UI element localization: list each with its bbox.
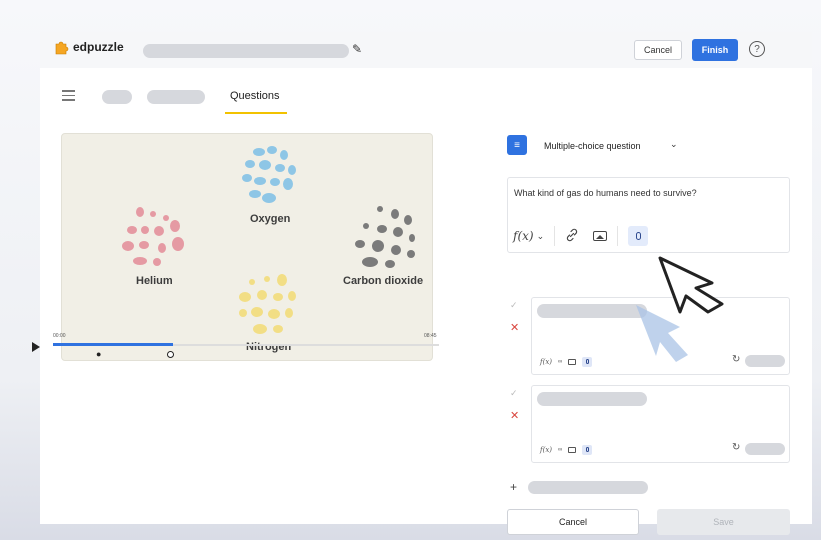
video-title-placeholder[interactable] (143, 44, 349, 58)
cancel-top-button[interactable]: Cancel (634, 40, 682, 60)
nitrogen-particles (239, 274, 296, 334)
formula-icon[interactable]: f(x) (540, 358, 552, 366)
answer-option-1[interactable]: f(x) ∞ ↻ (531, 297, 790, 375)
mark-incorrect-icon[interactable]: ✕ (510, 321, 519, 334)
tab-placeholder-1[interactable] (102, 90, 132, 104)
tab-placeholder-2[interactable] (147, 90, 205, 104)
main-panel: Questions Oxygen Helium Carbon dioxide N… (40, 68, 812, 535)
microphone-icon (635, 232, 641, 240)
refresh-icon[interactable]: ↻ (732, 442, 740, 453)
link-icon[interactable]: ∞ (558, 359, 562, 365)
answer-option-2[interactable]: f(x) ∞ ↻ (531, 385, 790, 463)
microphone-icon[interactable] (582, 357, 593, 367)
top-bar: edpuzzle ✎ Cancel Finish ? (40, 32, 812, 68)
chevron-down-icon[interactable]: ⌄ (670, 139, 678, 150)
edit-pencil-icon[interactable]: ✎ (352, 42, 362, 56)
gas-illustration (122, 146, 415, 334)
image-icon[interactable] (593, 231, 608, 241)
timeline-progress (53, 343, 173, 346)
label-helium: Helium (136, 275, 173, 287)
question-marker-icon[interactable]: ● (96, 350, 101, 359)
mark-correct-icon[interactable]: ✓ (510, 300, 518, 311)
video-frame[interactable]: Oxygen Helium Carbon dioxide Nitrogen (61, 133, 433, 361)
active-tab-indicator (225, 112, 287, 114)
label-oxygen: Oxygen (250, 213, 291, 225)
formula-icon[interactable]: f(x) (513, 229, 534, 243)
toolbar-divider (554, 226, 556, 246)
add-answer-placeholder[interactable] (528, 481, 648, 494)
finish-button[interactable]: Finish (692, 39, 738, 61)
feedback-placeholder[interactable] (745, 443, 785, 455)
link-icon[interactable] (565, 228, 579, 245)
question-editor[interactable]: What kind of gas do humans need to survi… (507, 177, 790, 253)
logo[interactable]: edpuzzle (53, 39, 124, 55)
answer-text-placeholder[interactable] (537, 392, 647, 406)
link-icon[interactable]: ∞ (558, 447, 562, 453)
microphone-button[interactable] (628, 226, 649, 246)
help-icon[interactable]: ? (749, 41, 765, 57)
formula-chevron-icon[interactable]: ⌄ (537, 231, 545, 242)
editor-frame: edpuzzle ✎ Cancel Finish ? Questions Oxy… (40, 32, 812, 535)
menu-icon[interactable] (62, 90, 75, 104)
tab-questions[interactable]: Questions (230, 90, 280, 102)
image-icon[interactable] (568, 447, 577, 453)
answer-text-placeholder[interactable] (537, 304, 647, 318)
time-end: 08:45 (424, 333, 437, 339)
puzzle-logo-icon (55, 41, 69, 55)
oxygen-particles (242, 146, 296, 203)
image-icon[interactable] (568, 359, 577, 365)
playhead-handle[interactable] (167, 351, 174, 358)
list-icon[interactable]: ≡ (507, 135, 527, 155)
helium-particles (122, 207, 184, 266)
carbon-dioxide-particles (355, 206, 415, 268)
answer-toolbar: f(x) ∞ (540, 445, 593, 455)
refresh-icon[interactable]: ↻ (732, 354, 740, 365)
question-toolbar: f(x) ⌄ (513, 226, 649, 246)
label-nitrogen: Nitrogen (246, 341, 292, 353)
cancel-button[interactable]: Cancel (507, 509, 639, 535)
add-answer-icon[interactable]: + (510, 480, 517, 494)
question-type-label[interactable]: Multiple-choice question (544, 141, 641, 151)
answer-toolbar: f(x) ∞ (540, 357, 593, 367)
feedback-placeholder[interactable] (745, 355, 785, 367)
save-button[interactable]: Save (657, 509, 790, 535)
toolbar-divider (617, 226, 619, 246)
time-start: 00:00 (53, 333, 66, 339)
mark-incorrect-icon[interactable]: ✕ (510, 409, 519, 422)
brand-name: edpuzzle (73, 40, 124, 54)
microphone-icon[interactable] (582, 445, 593, 455)
question-text[interactable]: What kind of gas do humans need to survi… (514, 188, 697, 198)
formula-icon[interactable]: f(x) (540, 446, 552, 454)
mark-correct-icon[interactable]: ✓ (510, 388, 518, 399)
play-icon[interactable] (32, 342, 40, 352)
label-carbon-dioxide: Carbon dioxide (343, 275, 424, 287)
